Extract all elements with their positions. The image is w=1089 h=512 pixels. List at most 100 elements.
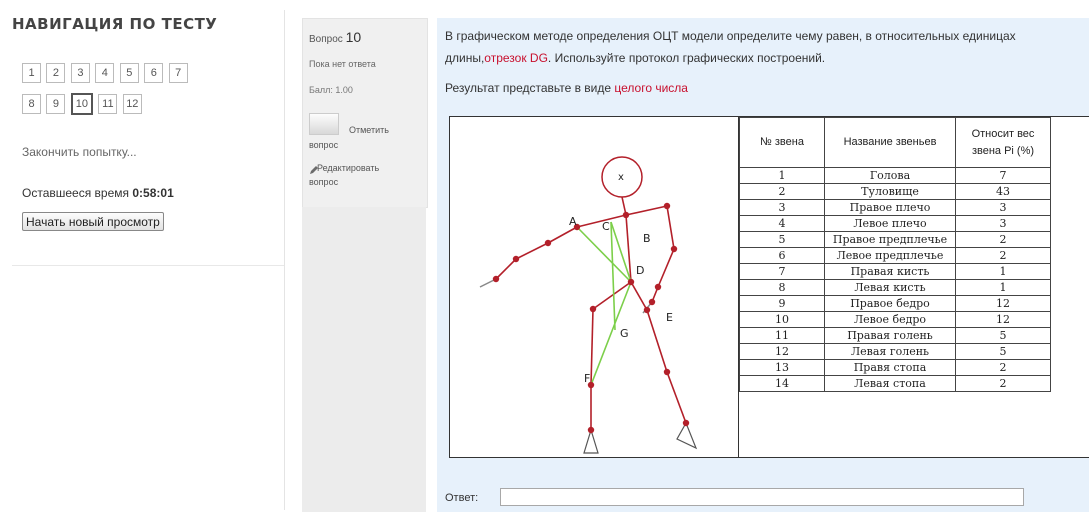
question-button-6[interactable]: 6 (144, 63, 164, 83)
start-new-preview-button[interactable]: Начать новый просмотр (22, 212, 164, 231)
segment-number-cell: 13 (739, 359, 825, 376)
question-button-1[interactable]: 1 (22, 63, 41, 83)
result-text: Результат представьте в виде (445, 81, 612, 95)
segment-name-cell: Левое предплечье (824, 247, 956, 264)
question-button-10-current[interactable]: 10 (70, 93, 93, 115)
question-button-11[interactable]: 11 (98, 94, 118, 114)
table-row: 3 Правое плечо 3 (739, 199, 1051, 216)
left-foot-triangle (676, 421, 698, 450)
segment-number-cell: 7 (739, 263, 825, 280)
table-row: 7 Правая кисть 1 (739, 263, 1051, 280)
segment-weight-cell: 12 (955, 295, 1051, 312)
segment-name-cell: Правое предплечье (824, 231, 956, 248)
segments-table: № звена Название звеньев Относит вес зве… (739, 117, 1051, 392)
segment-weight-cell: 43 (955, 183, 1051, 200)
question-text-part2: . Используйте протокол графических постр… (547, 51, 826, 65)
label-a: A (569, 215, 577, 228)
segment-weight-cell: 5 (955, 327, 1051, 344)
result-instruction: Результат представьте в виде целого числ… (445, 81, 688, 95)
segment-weight-cell: 5 (955, 343, 1051, 360)
label-b: B (643, 232, 651, 245)
table-row: 14 Левая стопа 2 (739, 375, 1051, 392)
segment-weight-cell: 2 (955, 231, 1051, 248)
header-segment-number: № звена (739, 117, 825, 168)
header-relative-weight: Относит вес звена Pi (%) (955, 117, 1051, 168)
label-e: E (666, 311, 673, 324)
segment-name-cell: Правое плечо (824, 199, 956, 216)
question-button-3[interactable]: 3 (70, 63, 90, 83)
flag-icon[interactable] (309, 113, 339, 135)
table-row: 10 Левое бедро 12 (739, 311, 1051, 328)
segment-name-cell: Правая кисть (824, 263, 956, 280)
header-segment-name: Название звеньев (824, 117, 956, 168)
segment-name-cell: Левая кисть (824, 279, 956, 296)
question-button-9[interactable]: 9 (46, 94, 66, 114)
segment-name-cell: Левая стопа (824, 375, 956, 392)
table-row: 11 Правая голень 5 (739, 327, 1051, 344)
table-row: 13 Правя стопа 2 (739, 359, 1051, 376)
segment-name-cell: Левое бедро (824, 311, 956, 328)
time-left-value: 0:58:01 (132, 186, 174, 200)
question-number-buttons: 1 2 3 4 5 6 7 8 9 10 11 12 (22, 63, 262, 125)
segment-weight-cell: 2 (955, 247, 1051, 264)
table-row: 5 Правое предплечье 2 (739, 231, 1051, 248)
flag-question-link-line2[interactable]: вопрос (309, 140, 338, 150)
segment-number-cell: 11 (739, 327, 825, 344)
table-row: 1 Голова 7 (739, 167, 1051, 184)
segment-number-cell: 9 (739, 295, 825, 312)
segment-number-cell: 8 (739, 279, 825, 296)
time-left-label: Оставшееся время (22, 186, 130, 200)
segment-name-cell: Левая голень (824, 343, 956, 360)
segment-weight-cell: 1 (955, 263, 1051, 280)
segment-weight-cell: 1 (955, 279, 1051, 296)
edit-question-link-line2[interactable]: вопрос (309, 177, 338, 187)
question-number-value: 10 (345, 29, 362, 45)
head-mark: x (618, 172, 624, 183)
segment-number-cell: 4 (739, 215, 825, 232)
segment-number-cell: 3 (739, 199, 825, 216)
question-word: Вопрос (309, 34, 343, 45)
question-button-5[interactable]: 5 (119, 63, 139, 83)
question-text: В графическом методе определения ОЦТ мод… (445, 25, 1085, 69)
segment-weight-cell: 7 (955, 167, 1051, 184)
nav-title: НАВИГАЦИЯ ПО ТЕСТУ (12, 15, 218, 33)
question-figure: x A C B D E F G № звена Название звеньев… (449, 116, 1089, 458)
segment-weight-cell: 12 (955, 311, 1051, 328)
table-row: 12 Левая голень 5 (739, 343, 1051, 360)
question-button-7[interactable]: 7 (168, 63, 188, 83)
segment-name-cell: Правое бедро (824, 295, 956, 312)
segment-number-cell: 2 (739, 183, 825, 200)
question-button-12[interactable]: 12 (122, 94, 142, 114)
question-state: Пока нет ответа (309, 59, 376, 69)
label-f: F (584, 372, 590, 385)
question-button-4[interactable]: 4 (95, 63, 115, 83)
table-row: 2 Туловище 43 (739, 183, 1051, 200)
right-foot-triangle (583, 427, 599, 454)
nav-divider (12, 265, 284, 266)
segment-name-cell: Правя стопа (824, 359, 956, 376)
question-info-lower (302, 207, 426, 512)
question-button-2[interactable]: 2 (46, 63, 66, 83)
label-g: G (620, 327, 629, 340)
segment-weight-cell: 3 (955, 199, 1051, 216)
segment-number-cell: 1 (739, 167, 825, 184)
label-c: C (602, 220, 610, 233)
question-text-highlight: отрезок DG (484, 51, 548, 65)
flag-question-link[interactable]: Отметить (349, 125, 389, 135)
question-button-8[interactable]: 8 (22, 94, 41, 114)
segment-number-cell: 6 (739, 247, 825, 264)
result-highlight: целого числа (614, 81, 688, 95)
finish-attempt-link[interactable]: Закончить попытку... (22, 145, 137, 159)
table-row: 8 Левая кисть 1 (739, 279, 1051, 296)
segment-number-cell: 12 (739, 343, 825, 360)
edit-question-link[interactable]: Редактировать (317, 163, 379, 173)
table-row: 4 Левое плечо 3 (739, 215, 1051, 232)
stick-figure-drawing: x A C B D E F G (479, 156, 698, 454)
answer-input[interactable] (500, 488, 1024, 506)
segment-number-cell: 10 (739, 311, 825, 328)
segment-number-cell: 5 (739, 231, 825, 248)
segment-weight-cell: 2 (955, 375, 1051, 392)
answer-label: Ответ: (445, 492, 479, 504)
table-row: 9 Правое бедро 12 (739, 295, 1051, 312)
time-left: Оставшееся время 0:58:01 (22, 186, 174, 200)
